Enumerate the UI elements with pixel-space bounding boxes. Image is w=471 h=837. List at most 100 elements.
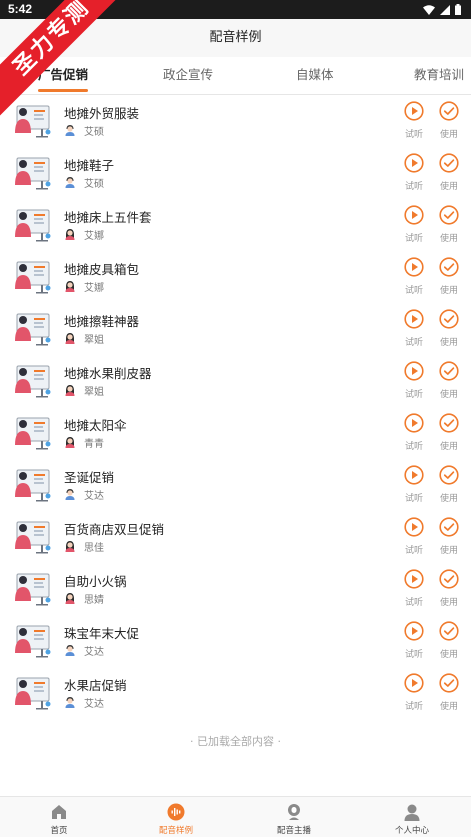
- tabbar-samples[interactable]: 配音样例: [141, 797, 211, 837]
- use-button[interactable]: 使用: [437, 569, 461, 609]
- voice-name: 思佳: [84, 543, 104, 554]
- list-item[interactable]: 地摊床上五件套 艾娜 试听 使用: [0, 199, 471, 251]
- use-label: 使用: [439, 286, 458, 296]
- use-button[interactable]: 使用: [437, 361, 461, 401]
- list-item[interactable]: 地摊擦鞋神器 翠姐 试听 使用: [0, 303, 471, 355]
- listen-button[interactable]: 试听: [402, 205, 426, 245]
- item-title: 地摊鞋子: [64, 158, 115, 173]
- tabbar-samples-label: 配音样例: [158, 826, 193, 836]
- play-icon: [404, 153, 424, 173]
- voice-name: 翠姐: [84, 335, 104, 346]
- listen-button[interactable]: 试听: [402, 517, 426, 557]
- use-button[interactable]: 使用: [437, 465, 461, 505]
- item-title: 地摊床上五件套: [64, 210, 152, 225]
- check-icon: [439, 569, 459, 589]
- check-icon: [439, 621, 459, 641]
- listen-label: 试听: [404, 650, 423, 660]
- home-icon: [52, 805, 66, 819]
- play-icon: [404, 465, 424, 485]
- tabbar-anchors-label: 配音主播: [276, 826, 311, 836]
- use-label: 使用: [439, 702, 458, 712]
- voice-avatar-icon: [65, 333, 75, 344]
- check-icon: [439, 309, 459, 329]
- listen-label: 试听: [404, 598, 423, 608]
- voice-name: 艾达: [84, 491, 104, 502]
- use-label: 使用: [439, 598, 458, 608]
- play-icon: [404, 309, 424, 329]
- use-label: 使用: [439, 650, 458, 660]
- listen-button[interactable]: 试听: [402, 101, 426, 141]
- use-button[interactable]: 使用: [437, 621, 461, 661]
- check-icon: [439, 413, 459, 433]
- use-button[interactable]: 使用: [437, 153, 461, 193]
- item-title: 地摊太阳伞: [64, 418, 127, 433]
- tab-self-media[interactable]: 自媒体: [296, 57, 334, 95]
- use-button[interactable]: 使用: [437, 205, 461, 245]
- check-icon: [439, 101, 459, 121]
- item-title: 水果店促销: [64, 678, 127, 693]
- voice-name: 思婧: [84, 595, 104, 606]
- tabbar-anchors[interactable]: 配音主播: [259, 797, 329, 837]
- list-item[interactable]: 地摊皮具箱包 艾娜 试听 使用: [0, 251, 471, 303]
- listen-label: 试听: [404, 442, 423, 452]
- play-icon: [404, 101, 424, 121]
- voice-avatar-icon: [65, 125, 75, 136]
- use-label: 使用: [439, 442, 458, 452]
- listen-button[interactable]: 试听: [402, 621, 426, 661]
- listen-button[interactable]: 试听: [402, 153, 426, 193]
- listen-button[interactable]: 试听: [402, 465, 426, 505]
- voice-name: 翠姐: [84, 387, 104, 398]
- listen-button[interactable]: 试听: [402, 673, 426, 713]
- tab-indicator: [38, 89, 88, 92]
- use-label: 使用: [439, 494, 458, 504]
- use-button[interactable]: 使用: [437, 517, 461, 557]
- sample-thumbnail: [12, 207, 52, 243]
- voice-avatar-icon: [65, 697, 75, 708]
- signal-icon: [440, 4, 450, 15]
- listen-button[interactable]: 试听: [402, 257, 426, 297]
- sample-thumbnail: [12, 155, 52, 191]
- status-icons: [423, 4, 461, 15]
- use-button[interactable]: 使用: [437, 101, 461, 141]
- list-item[interactable]: 水果店促销 艾达 试听 使用: [0, 667, 471, 719]
- listen-label: 试听: [404, 702, 423, 712]
- tabbar-profile[interactable]: 个人中心: [377, 797, 447, 837]
- item-title: 自助小火锅: [64, 574, 127, 589]
- use-label: 使用: [439, 390, 458, 400]
- use-button[interactable]: 使用: [437, 673, 461, 713]
- list-item[interactable]: 珠宝年末大促 艾达 试听 使用: [0, 615, 471, 667]
- sample-thumbnail: [12, 363, 52, 399]
- tabbar-profile-label: 个人中心: [394, 826, 429, 836]
- use-button[interactable]: 使用: [437, 257, 461, 297]
- listen-button[interactable]: 试听: [402, 361, 426, 401]
- tabbar-home[interactable]: 首页: [24, 797, 94, 837]
- listen-button[interactable]: 试听: [402, 569, 426, 609]
- list-item[interactable]: 自助小火锅思婧 试听 使用: [0, 563, 471, 615]
- voice-avatar-icon: [65, 645, 75, 656]
- list-item[interactable]: 地摊水果削皮器 翠姐 试听 使用: [0, 355, 471, 407]
- list-item[interactable]: 地摊外贸服装 艾硕 试听 使用: [0, 95, 471, 147]
- use-button[interactable]: 使用: [437, 309, 461, 349]
- play-icon: [404, 257, 424, 277]
- list-item[interactable]: 地摊太阳伞 青青 试听 使用: [0, 407, 471, 459]
- voice-name: 艾达: [84, 647, 104, 658]
- sample-thumbnail: [12, 623, 52, 659]
- item-title: 地摊外贸服装: [64, 106, 140, 121]
- check-icon: [439, 465, 459, 485]
- sample-thumbnail: [12, 571, 52, 607]
- bottom-tabbar: 首页 配音样例 配音主播 个人中心: [0, 796, 471, 837]
- list-item[interactable]: 地摊鞋子 艾硕 试听 使用: [0, 147, 471, 199]
- tab-government-publicity[interactable]: 政企宣传: [163, 57, 213, 95]
- use-label: 使用: [439, 130, 458, 140]
- voice-avatar-icon: [65, 593, 75, 604]
- listen-button[interactable]: 试听: [402, 309, 426, 349]
- tab-education-training[interactable]: 教育培训: [414, 57, 464, 95]
- use-button[interactable]: 使用: [437, 413, 461, 453]
- list-item[interactable]: 圣诞促销 艾达 试听 使用: [0, 459, 471, 511]
- check-icon: [439, 673, 459, 693]
- wifi-icon: [423, 4, 435, 15]
- anchor-icon: [288, 804, 300, 820]
- listen-button[interactable]: 试听: [402, 413, 426, 453]
- load-complete-note: · 已加载全部内容 ·: [190, 735, 281, 748]
- list-item[interactable]: 百货商店双旦促销 思佳 试听 使用: [0, 511, 471, 563]
